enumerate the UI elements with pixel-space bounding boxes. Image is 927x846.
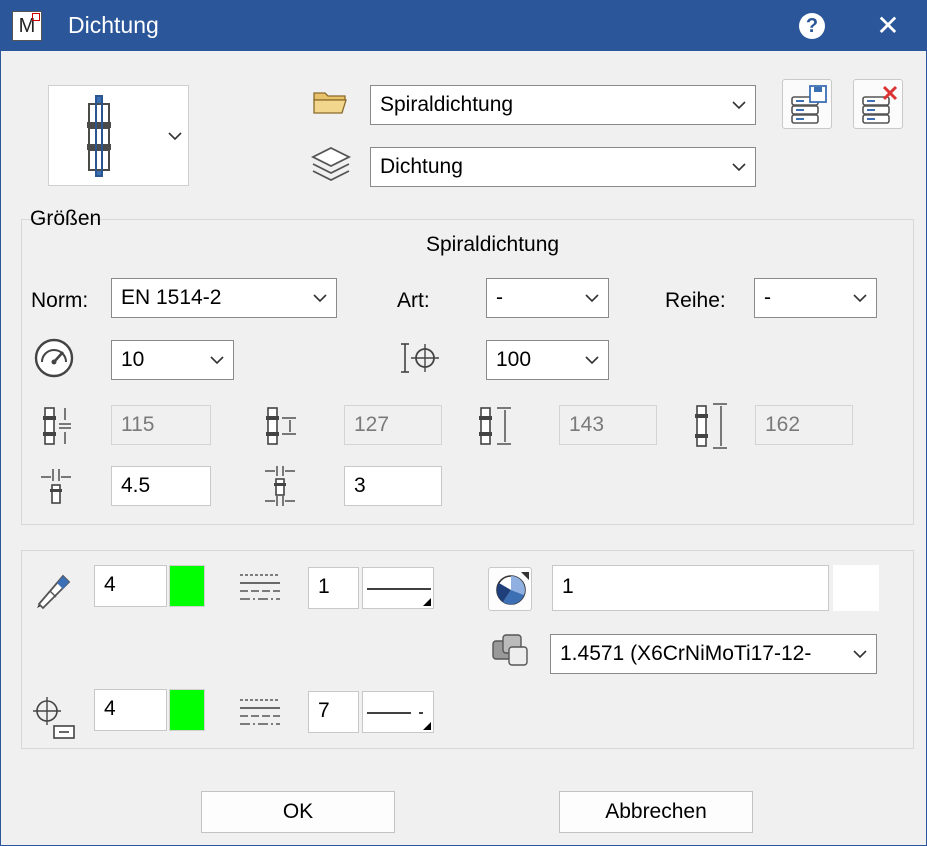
chevron-down-icon: [210, 356, 224, 365]
catalog-select[interactable]: Spiraldichtung: [370, 85, 756, 125]
dimension-2-field: 127: [344, 405, 442, 445]
layers-icon: [310, 146, 352, 182]
line-style-icon: [240, 574, 280, 600]
material-icon: [492, 634, 528, 666]
sizes-heading: Spiraldichtung: [426, 233, 560, 256]
close-button[interactable]: ✕: [871, 9, 905, 43]
pen-thickness-input[interactable]: 4: [94, 565, 167, 607]
line-style-preview-button[interactable]: [362, 567, 434, 609]
axis-line-style-preview-button[interactable]: [362, 691, 434, 733]
reihe-label: Reihe:: [665, 289, 726, 312]
reihe-select[interactable]: -: [754, 278, 877, 318]
sizes-group-title: Größen: [30, 207, 102, 230]
solid-line-icon: [367, 588, 431, 606]
gasket-preview-dropdown[interactable]: [48, 85, 189, 186]
ok-button[interactable]: OK: [201, 791, 395, 833]
chevron-down-icon: [313, 294, 327, 303]
axis-pen-color-swatch[interactable]: [169, 689, 205, 731]
save-to-database-button[interactable]: [782, 79, 832, 129]
inner-diameter-icon: [43, 407, 71, 445]
dialog-content: Spiraldichtung Dichtung Größen Spiraldic…: [1, 51, 926, 845]
help-button[interactable]: ?: [799, 13, 825, 39]
norm-select[interactable]: EN 1514-2: [111, 278, 337, 318]
line-style-input[interactable]: 1: [308, 567, 359, 609]
chevron-down-icon: [853, 650, 867, 659]
delete-database-icon: [862, 85, 898, 124]
axis-line-style-icon: [240, 699, 280, 725]
pen-icon: [37, 574, 71, 610]
axis-pen-thickness-input[interactable]: 4: [94, 689, 167, 731]
fill-pattern-icon: [496, 572, 529, 605]
chevron-down-icon: [585, 356, 599, 365]
sealing-outer-diameter-icon: [479, 407, 511, 445]
fill-pattern-button[interactable]: [488, 567, 532, 611]
pen-color-swatch[interactable]: [169, 565, 205, 607]
art-select[interactable]: -: [486, 278, 609, 318]
fill-value-input[interactable]: 1: [552, 565, 829, 611]
norm-label: Norm:: [31, 289, 89, 312]
outer-diameter-icon: [695, 403, 727, 449]
app-icon: M: [12, 11, 42, 41]
dialog-window: M Dichtung ? ✕ Spiraldichtung Dichtung G…: [0, 0, 927, 846]
axis-line-style-input[interactable]: 7: [308, 691, 359, 733]
dash-line-icon: [367, 712, 431, 730]
nominal-diameter-icon: [401, 343, 439, 373]
dimension-1-field: 115: [111, 405, 211, 445]
chevron-down-icon: [585, 294, 599, 303]
axis-icon: [33, 697, 75, 739]
chevron-down-icon: [732, 163, 746, 172]
thickness-1-input[interactable]: 4.5: [111, 466, 211, 506]
delete-from-database-button[interactable]: [853, 79, 903, 129]
window-title: Dichtung: [68, 12, 159, 38]
pressure-select[interactable]: 10: [111, 340, 234, 380]
sealing-inner-diameter-icon: [266, 407, 296, 445]
pressure-gauge-icon: [34, 338, 74, 378]
gasket-preview-icon: [87, 95, 111, 177]
art-label: Art:: [397, 289, 430, 312]
save-database-icon: [791, 85, 827, 124]
gasket-thickness-icon: [41, 469, 71, 504]
thickness-2-input[interactable]: 3: [344, 466, 442, 506]
dimension-4-field: 162: [755, 405, 853, 445]
dimension-3-field: 143: [559, 405, 657, 445]
chevron-down-icon: [732, 101, 746, 110]
folder-icon: [313, 92, 347, 114]
nominal-size-select[interactable]: 100: [486, 340, 609, 380]
fill-color-swatch[interactable]: [833, 565, 879, 611]
chevron-down-icon: [853, 294, 867, 303]
material-select[interactable]: 1.4571 (X6CrNiMoTi17-12-: [550, 634, 877, 674]
compressed-thickness-icon: [265, 466, 295, 506]
title-bar[interactable]: M Dichtung ? ✕: [1, 1, 926, 51]
cancel-button[interactable]: Abbrechen: [559, 791, 753, 833]
chevron-down-icon: [168, 132, 182, 141]
layer-select[interactable]: Dichtung: [370, 147, 756, 187]
